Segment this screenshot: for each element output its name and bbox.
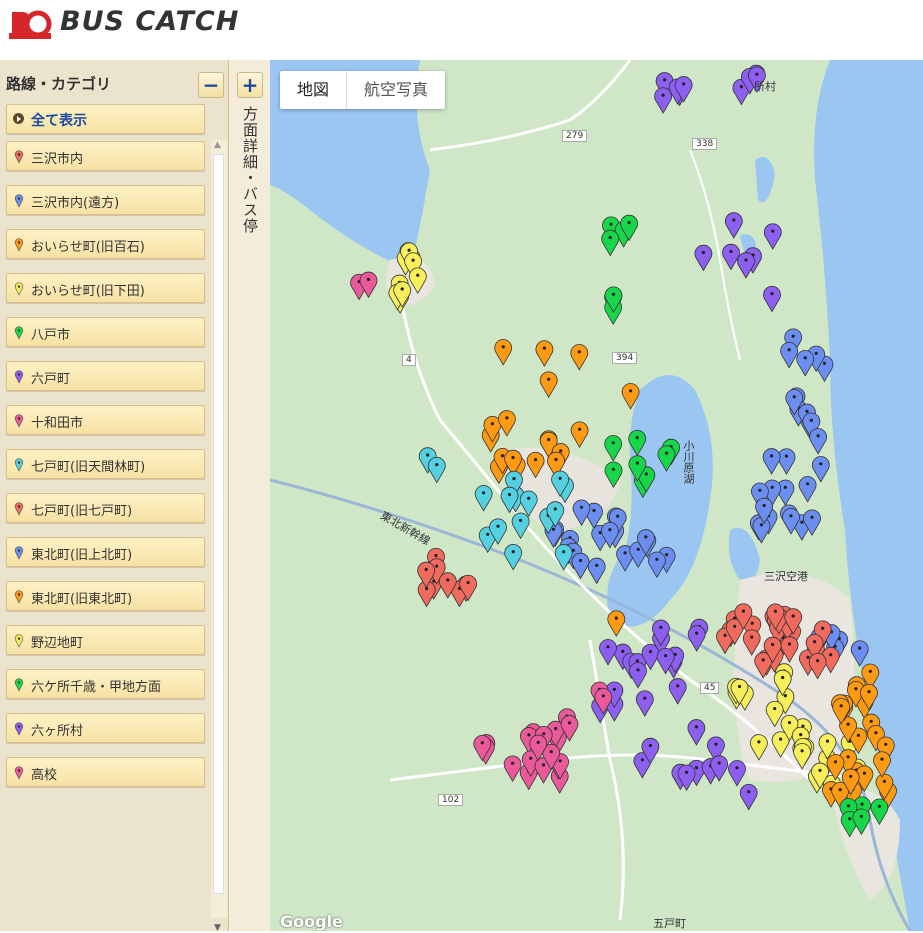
label-misawa-airport: 三沢空港 — [764, 570, 808, 583]
route-394-shield: 394 — [612, 352, 638, 364]
category-label: 三沢市内 — [31, 152, 84, 167]
map-pin-icon — [14, 766, 24, 780]
show-all-label: 全て表示 — [31, 113, 87, 129]
category-item[interactable]: おいらせ町(旧下田) — [6, 273, 205, 303]
label-rokkasho: 所村 — [754, 80, 776, 93]
direction-detail-panel-tab[interactable]: + 方面詳細・バス停 — [228, 60, 271, 931]
map-pin-icon — [14, 370, 24, 384]
map-canvas[interactable] — [270, 60, 923, 931]
route-338-shield: 338 — [692, 138, 718, 150]
play-circle-icon — [13, 113, 24, 124]
category-label: 七戸町(旧七戸町) — [31, 504, 133, 519]
map-pin-icon — [14, 326, 24, 340]
scroll-up-icon[interactable]: ▲ — [214, 140, 221, 150]
category-item[interactable]: 七戸町(旧七戸町) — [6, 493, 205, 523]
app-title: BUS CATCH — [60, 6, 240, 37]
category-label: 東北町(旧上北町) — [31, 548, 133, 563]
map-pin-icon — [14, 546, 24, 560]
category-scrollbar[interactable]: ▲ ▼ — [211, 140, 227, 933]
map-pin-icon — [14, 282, 24, 296]
bus-catch-logo[interactable] — [8, 8, 52, 40]
plus-icon: + — [241, 73, 259, 97]
category-label: 十和田市 — [31, 416, 84, 431]
minus-icon: − — [202, 73, 220, 97]
tab-satellite[interactable]: 航空写真 — [346, 71, 445, 109]
category-item[interactable]: 東北町(旧上北町) — [6, 537, 205, 567]
category-item[interactable]: 高校 — [6, 757, 205, 787]
category-label: おいらせ町(旧下田) — [31, 284, 145, 299]
category-item[interactable]: 七戸町(旧天間林町) — [6, 449, 205, 479]
map-pin-icon — [14, 238, 24, 252]
map-pin-icon — [14, 458, 24, 472]
category-item[interactable]: 六戸町 — [6, 361, 205, 391]
category-label: 野辺地町 — [31, 636, 84, 651]
map-pin-icon — [14, 194, 24, 208]
category-label: 六戸町 — [31, 372, 71, 387]
google-attribution: Google — [280, 912, 343, 931]
scroll-down-icon[interactable]: ▼ — [214, 923, 221, 933]
route-4-shield: 4 — [402, 354, 416, 366]
app-header: BUS CATCH — [0, 0, 923, 60]
category-label: 八戸市 — [31, 328, 71, 343]
category-sidebar: 路線・カテゴリ − 全て表示 三沢市内三沢市内(遠方) おいらせ町(旧百石) おいら… — [0, 60, 228, 933]
label-ogawara: 小川原湖 — [682, 440, 695, 484]
map-type-control: 地図 航空写真 — [280, 71, 446, 109]
category-item[interactable]: 八戸市 — [6, 317, 205, 347]
category-item[interactable]: 六ヶ所村 — [6, 713, 205, 743]
direction-detail-label: 方面詳細・バス停 — [241, 106, 259, 234]
category-item[interactable]: 東北町(旧東北町) — [6, 581, 205, 611]
show-all-button[interactable]: 全て表示 — [6, 104, 205, 134]
category-label: 東北町(旧東北町) — [31, 592, 133, 607]
category-label: おいらせ町(旧百石) — [31, 240, 145, 255]
category-label: 高校 — [31, 768, 58, 783]
map-pin-icon — [14, 414, 24, 428]
map-pin-icon — [14, 634, 24, 648]
scroll-thumb[interactable] — [213, 154, 224, 894]
map-pin-icon — [14, 678, 24, 692]
map-pin-icon — [14, 502, 24, 516]
category-item[interactable]: 野辺地町 — [6, 625, 205, 655]
category-item[interactable]: 三沢市内(遠方) — [6, 185, 205, 215]
sidebar-title: 路線・カテゴリ — [6, 75, 112, 93]
expand-panel-button[interactable]: + — [237, 72, 263, 98]
category-label: 七戸町(旧天間林町) — [31, 460, 146, 475]
route-45-shield: 45 — [700, 682, 720, 694]
route-102-shield: 102 — [438, 794, 464, 806]
collapse-sidebar-button[interactable]: − — [198, 72, 224, 98]
category-label: 六ケ所千歳・甲地方面 — [31, 680, 162, 695]
map-pin-icon — [14, 150, 24, 164]
label-gonohe: 五戸町 — [653, 917, 686, 930]
category-item[interactable]: 三沢市内 — [6, 141, 205, 171]
category-item[interactable]: おいらせ町(旧百石) — [6, 229, 205, 259]
route-279-shield: 279 — [562, 130, 588, 142]
map-pin-icon — [14, 722, 24, 736]
map-view[interactable]: 地図 航空写真 所村 三沢空港 五戸町 東北新幹線 小川原湖 279 338 3… — [270, 60, 923, 931]
map-pin-icon — [14, 590, 24, 604]
category-item[interactable]: 六ケ所千歳・甲地方面 — [6, 669, 205, 699]
category-label: 三沢市内(遠方) — [31, 196, 120, 211]
tab-map[interactable]: 地図 — [280, 71, 346, 109]
category-label: 六ヶ所村 — [31, 724, 84, 739]
category-item[interactable]: 十和田市 — [6, 405, 205, 435]
